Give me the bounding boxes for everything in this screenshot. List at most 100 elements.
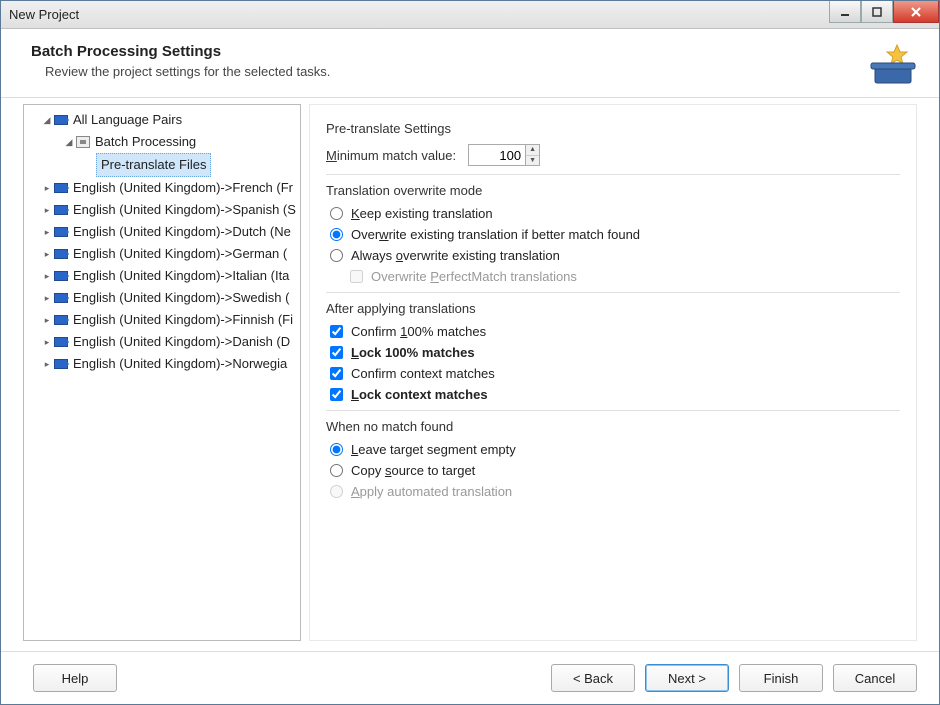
after-section-title: After applying translations (326, 301, 900, 316)
expander-icon[interactable]: ▸ (42, 287, 52, 309)
lock-100-checkbox[interactable]: Lock 100% matches (330, 345, 900, 360)
titlebar: New Project (1, 1, 939, 29)
batch-icon (76, 136, 90, 148)
keep-existing-input[interactable] (330, 207, 343, 220)
nomatch-section-title: When no match found (326, 419, 900, 434)
tree-root[interactable]: ◢ All Language Pairs (24, 109, 300, 131)
tree-root-label: All Language Pairs (73, 109, 182, 131)
dialog-footer: Help < Back Next > Finish Cancel (1, 651, 939, 704)
overwrite-section-title: Translation overwrite mode (326, 183, 900, 198)
flag-icon (54, 271, 68, 281)
dialog-window: New Project Batch Processing Settings Re… (0, 0, 940, 705)
overwrite-better-radio[interactable]: Overwrite existing translation if better… (330, 227, 900, 242)
expander-icon[interactable]: ▸ (42, 221, 52, 243)
separator (326, 410, 900, 411)
maximize-button[interactable] (861, 1, 893, 23)
next-button[interactable]: Next > (645, 664, 729, 692)
spin-down-icon[interactable]: ▼ (526, 156, 539, 166)
flag-icon (54, 183, 68, 193)
cancel-button[interactable]: Cancel (833, 664, 917, 692)
auto-translate-radio: Apply automated translation (330, 484, 900, 499)
flag-icon (54, 359, 68, 369)
tree-batch[interactable]: ◢ Batch Processing (24, 131, 300, 153)
close-button[interactable] (893, 1, 939, 23)
tree-pair[interactable]: ▸ English (United Kingdom)->Swedish ( (24, 287, 300, 309)
overwrite-better-input[interactable] (330, 228, 343, 241)
pretranslate-section-title: Pre-translate Settings (326, 121, 900, 136)
settings-tree: ◢ All Language Pairs ◢ Batch Processing … (23, 104, 301, 641)
flag-icon (54, 315, 68, 325)
expander-icon[interactable]: ▸ (42, 199, 52, 221)
overwrite-better-label: Overwrite existing translation if better… (351, 227, 640, 242)
expander-icon[interactable]: ▸ (42, 265, 52, 287)
tree-pair[interactable]: ▸ English (United Kingdom)->Danish (D (24, 331, 300, 353)
page-title: Batch Processing Settings (31, 43, 330, 60)
expander-icon[interactable]: ◢ (64, 131, 74, 153)
lock-100-input[interactable] (330, 346, 343, 359)
tree-pair[interactable]: ▸English (United Kingdom)->Norwegia (24, 353, 300, 375)
leave-empty-input[interactable] (330, 443, 343, 456)
tree-pair-label: English (United Kingdom)->Italian (Ita (73, 265, 289, 287)
expander-icon[interactable]: ▸ (42, 177, 52, 199)
min-match-spinner[interactable]: ▲▼ (526, 144, 540, 166)
tree-pair-label: English (United Kingdom)->Danish (D (73, 331, 290, 353)
lock-100-label: Lock 100% matches (351, 345, 475, 360)
help-button[interactable]: Help (33, 664, 117, 692)
tree-batch-label: Batch Processing (95, 131, 196, 153)
min-match-rest: inimum match value: (337, 148, 456, 163)
confirm-context-input[interactable] (330, 367, 343, 380)
tree-pair[interactable]: ▸ English (United Kingdom)->Dutch (Ne (24, 221, 300, 243)
tree-pair[interactable]: ▸ English (United Kingdom)->Italian (Ita (24, 265, 300, 287)
tree-pair[interactable]: ▸English (United Kingdom)->German ( (24, 243, 300, 265)
flag-icon (54, 337, 68, 347)
lock-context-label: Lock context matches (351, 387, 488, 402)
flag-icon (54, 115, 68, 125)
tree-pair-label: English (United Kingdom)->Spanish (S (73, 199, 296, 221)
lock-context-input[interactable] (330, 388, 343, 401)
header-text: Batch Processing Settings Review the pro… (31, 43, 330, 79)
maximize-icon (872, 7, 882, 17)
min-match-underline: M (326, 148, 337, 163)
always-overwrite-input[interactable] (330, 249, 343, 262)
settings-panel: Pre-translate Settings Minimum match val… (309, 104, 917, 641)
dialog-body: ◢ All Language Pairs ◢ Batch Processing … (1, 98, 939, 651)
back-button[interactable]: < Back (551, 664, 635, 692)
lock-context-checkbox[interactable]: Lock context matches (330, 387, 900, 402)
expander-icon[interactable]: ◢ (42, 109, 52, 131)
tree-pair-label: English (United Kingdom)->Finnish (Fi (73, 309, 293, 331)
confirm-100-input[interactable] (330, 325, 343, 338)
tree-pretranslate[interactable]: Pre-translate Files (24, 153, 300, 177)
tree-pair-label: English (United Kingdom)->Swedish ( (73, 287, 289, 309)
expander-icon[interactable]: ▸ (42, 309, 52, 331)
separator (326, 174, 900, 175)
leave-empty-radio[interactable]: Leave target segment empty (330, 442, 900, 457)
flag-icon (54, 249, 68, 259)
finish-button[interactable]: Finish (739, 664, 823, 692)
expander-icon[interactable]: ▸ (42, 243, 52, 265)
overwrite-perfectmatch-label: Overwrite PerfectMatch translations (371, 269, 577, 284)
close-icon (910, 6, 922, 18)
window-title: New Project (9, 7, 79, 22)
always-overwrite-radio[interactable]: Always overwrite existing translation (330, 248, 900, 263)
keep-existing-radio[interactable]: Keep existing translation (330, 206, 900, 221)
confirm-context-checkbox[interactable]: Confirm context matches (330, 366, 900, 381)
page-subtitle: Review the project settings for the sele… (45, 64, 330, 79)
window-controls (829, 1, 939, 25)
min-match-input[interactable] (468, 144, 526, 166)
confirm-100-checkbox[interactable]: Confirm 100% matches (330, 324, 900, 339)
tree-pair[interactable]: ▸English (United Kingdom)->French (Fr (24, 177, 300, 199)
separator (326, 292, 900, 293)
tree-pair[interactable]: ▸ English (United Kingdom)->Spanish (S (24, 199, 300, 221)
auto-translate-input (330, 485, 343, 498)
min-match-row: Minimum match value: ▲▼ (326, 144, 900, 166)
expander-icon[interactable]: ▸ (42, 353, 52, 375)
basket-star-icon (867, 43, 917, 87)
expander-icon[interactable]: ▸ (42, 331, 52, 353)
minimize-icon (840, 7, 850, 17)
tree-pair-label: English (United Kingdom)->Dutch (Ne (73, 221, 291, 243)
copy-source-input[interactable] (330, 464, 343, 477)
tree-pair[interactable]: ▸ English (United Kingdom)->Finnish (Fi (24, 309, 300, 331)
copy-source-radio[interactable]: Copy source to target (330, 463, 900, 478)
spin-up-icon[interactable]: ▲ (526, 145, 539, 156)
minimize-button[interactable] (829, 1, 861, 23)
